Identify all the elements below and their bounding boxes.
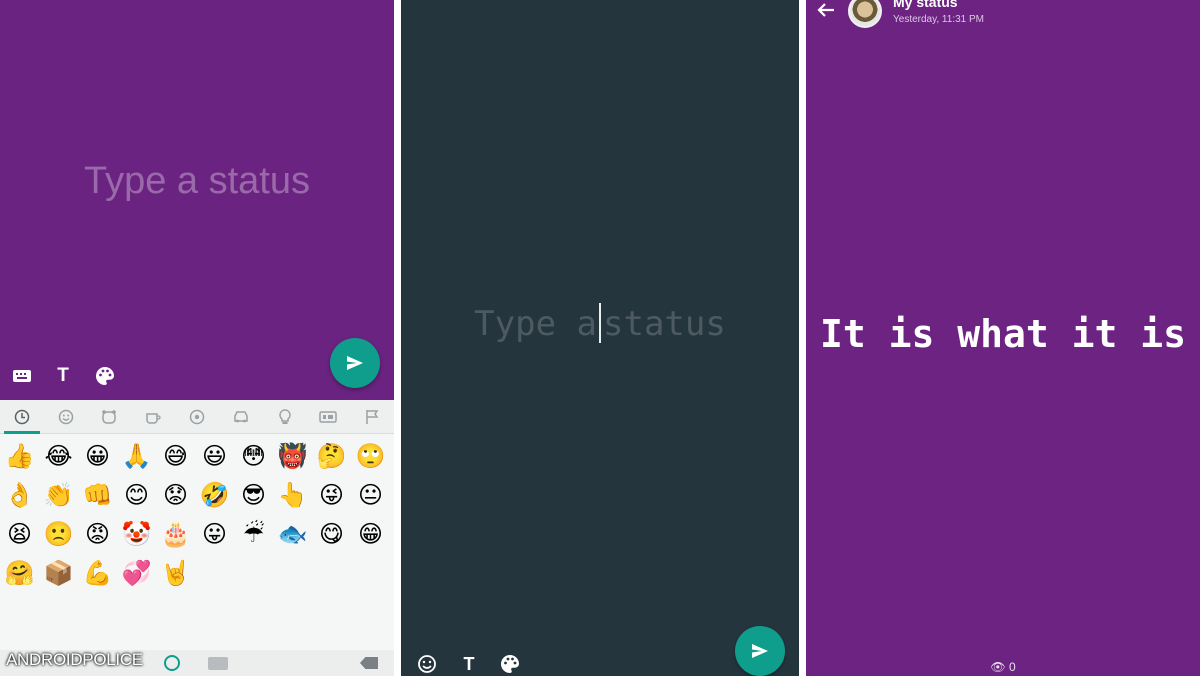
emoji-key[interactable]: 😛 [195, 514, 234, 553]
emoji-grid: 👍 😂 😀 🙏 😅 😃 😳 👹 🤔 🙄 👌 👏 👊 😊 😟 🤣 😎 👆 😜 😐 😫 🙁 😡 🤡 🎂 😛 ☔ 🐟 😋 😁 🤗 📦 💪 💞 🤘 [0, 434, 394, 592]
emoji-key[interactable]: 🙁 [39, 514, 78, 553]
send-button[interactable] [735, 626, 785, 676]
emoji-key[interactable]: 💪 [78, 553, 117, 592]
send-icon [347, 356, 363, 370]
emoji-keyboard: 👍 😂 😀 🙏 😅 😃 😳 👹 🤔 🙄 👌 👏 👊 😊 😟 🤣 😎 👆 😜 😐 😫 🙁 😡 🤡 🎂 😛 ☔ 🐟 😋 😁 🤗 📦 💪 💞 🤘 [0, 400, 394, 676]
send-button[interactable] [330, 338, 380, 388]
emoji-key[interactable]: 😂 [39, 436, 78, 475]
emoji-key[interactable]: 😊 [117, 475, 156, 514]
smiley-icon[interactable] [44, 400, 88, 433]
view-count[interactable]: 👁 0 [806, 660, 1200, 674]
backspace-icon[interactable] [360, 657, 378, 669]
emoji-key[interactable]: 👏 [39, 475, 78, 514]
status-composer-keyboard-panel: Type a status T 👍 😂 😀 🙏 😅 😃 😳 👹 🤔 🙄 👌 👏 … [0, 0, 394, 676]
food-icon[interactable] [131, 400, 175, 433]
status-input-field[interactable]: Type a status [401, 303, 799, 344]
emoji-key[interactable]: 🙏 [117, 436, 156, 475]
emoji-key[interactable]: 😐 [351, 475, 390, 514]
emoji-key[interactable]: ☔ [234, 514, 273, 553]
back-arrow-icon[interactable] [816, 0, 836, 26]
text-cursor [599, 303, 601, 343]
emoji-key[interactable]: 😁 [351, 514, 390, 553]
avatar[interactable] [848, 0, 882, 28]
emoji-key[interactable]: 🤗 [0, 553, 39, 592]
objects-icon[interactable] [263, 400, 307, 433]
emoji-key[interactable]: 😫 [0, 514, 39, 553]
travel-icon[interactable] [219, 400, 263, 433]
emoji-key[interactable]: 👹 [273, 436, 312, 475]
emoji-key[interactable]: 🤡 [117, 514, 156, 553]
emoji-key[interactable]: 😀 [78, 436, 117, 475]
palette-icon[interactable] [496, 650, 524, 676]
keyboard-icon[interactable] [8, 362, 36, 390]
text-icon[interactable]: T [49, 362, 77, 390]
text-icon[interactable]: T [455, 650, 483, 676]
emoji-key[interactable]: 😋 [312, 514, 351, 553]
recent-icon[interactable] [0, 400, 44, 434]
emoji-key[interactable]: 😳 [234, 436, 273, 475]
status-input-placeholder[interactable]: Type a status [0, 160, 394, 203]
status-owner-name: My status [893, 0, 958, 10]
emoji-key[interactable]: 🤣 [195, 475, 234, 514]
emoji-key[interactable]: 👌 [0, 475, 39, 514]
eye-icon: 👁 [990, 660, 1006, 674]
activity-icon[interactable] [175, 400, 219, 433]
emoji-key[interactable]: 👆 [273, 475, 312, 514]
emoji-tab-icon[interactable] [164, 655, 180, 671]
emoji-key[interactable]: 📦 [39, 553, 78, 592]
watermark: ANDROIDPOLICE [6, 650, 143, 669]
emoji-key[interactable]: 🐟 [273, 514, 312, 553]
emoji-key[interactable]: 💞 [117, 553, 156, 592]
placeholder-text-before: Type a [474, 304, 597, 344]
emoji-key[interactable]: 😃 [195, 436, 234, 475]
send-icon [752, 644, 768, 658]
emoji-icon[interactable] [413, 650, 441, 676]
emoji-key[interactable]: 👊 [78, 475, 117, 514]
flags-icon[interactable] [350, 400, 394, 433]
symbols-icon[interactable] [306, 400, 350, 433]
status-timestamp: Yesterday, 11:31 PM [893, 14, 984, 25]
emoji-key[interactable]: 🤔 [312, 436, 351, 475]
emoji-key[interactable]: 🙄 [351, 436, 390, 475]
emoji-key[interactable]: 🤘 [156, 553, 195, 592]
palette-icon[interactable] [91, 362, 119, 390]
view-count-number: 0 [1008, 660, 1016, 674]
status-composer-dark-panel: Type a status T [401, 0, 799, 676]
emoji-key[interactable]: 😡 [78, 514, 117, 553]
animal-icon[interactable] [88, 400, 132, 433]
placeholder-text-after: status [603, 304, 726, 344]
status-viewer-panel: My status Yesterday, 11:31 PM It is what… [806, 0, 1200, 676]
status-text: It is what it is [819, 312, 1187, 356]
emoji-key[interactable]: 🎂 [156, 514, 195, 553]
gif-tab-icon[interactable] [208, 657, 228, 670]
emoji-key[interactable]: 😎 [234, 475, 273, 514]
emoji-key[interactable]: 😟 [156, 475, 195, 514]
emoji-key[interactable]: 😅 [156, 436, 195, 475]
emoji-category-tabs [0, 400, 394, 434]
emoji-key[interactable]: 👍 [0, 436, 39, 475]
emoji-key[interactable]: 😜 [312, 475, 351, 514]
